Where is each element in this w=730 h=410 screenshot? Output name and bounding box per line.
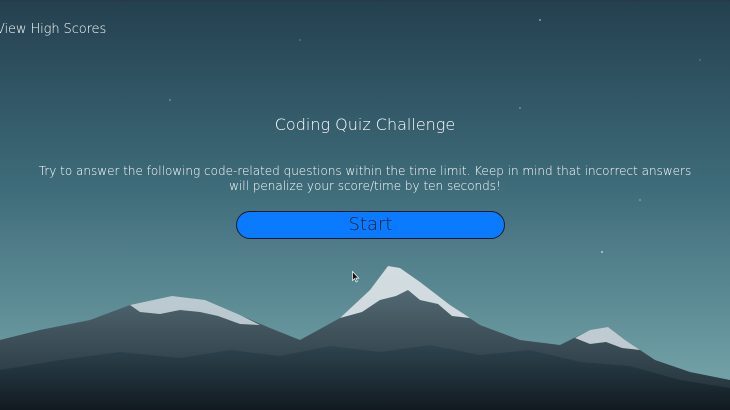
- quiz-description: Try to answer the following code-related…: [38, 164, 692, 193]
- start-button[interactable]: Start: [236, 211, 505, 239]
- view-high-scores-link[interactable]: View High Scores: [0, 22, 106, 37]
- top-border: [0, 0, 730, 1]
- mountain-background: [0, 0, 730, 410]
- mouse-cursor-icon: [352, 271, 360, 283]
- page-title: Coding Quiz Challenge: [274, 115, 456, 134]
